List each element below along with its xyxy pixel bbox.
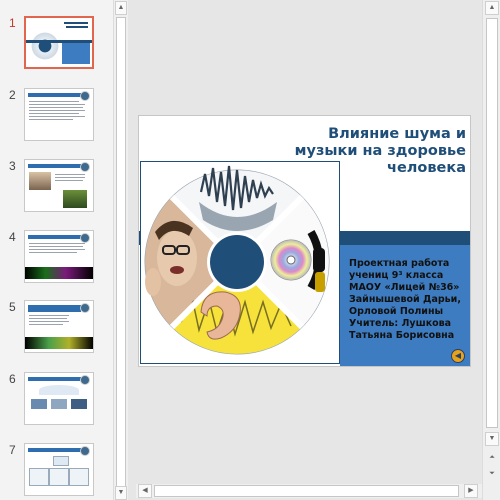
slide-number: 5 [9, 300, 16, 314]
double-down-icon[interactable]: ⏷ [485, 468, 499, 482]
thumbnail-image[interactable] [24, 159, 94, 212]
thumbnail-image[interactable] [24, 230, 94, 283]
noise-music-collage [144, 165, 330, 355]
scroll-thumb[interactable] [116, 17, 126, 487]
slide-thumbnail-4[interactable]: 4 [0, 230, 113, 292]
scroll-thumb[interactable] [154, 485, 459, 497]
editor-horizontal-scrollbar[interactable]: ◀ ▶ [136, 484, 482, 498]
triangle-up-icon[interactable]: ▲ [115, 1, 127, 15]
thumbnail-scrollbar[interactable]: ▲ ▼ [113, 0, 128, 500]
triangle-right-icon[interactable]: ▶ [464, 484, 478, 498]
triangle-left-icon[interactable]: ◀ [138, 484, 152, 498]
editor-vertical-scrollbar[interactable]: ▲ ▼ ⏶ ⏷ [482, 0, 500, 500]
triangle-up-icon[interactable]: ▲ [485, 1, 499, 15]
triangle-down-icon[interactable]: ▼ [115, 486, 127, 500]
slide-number: 2 [9, 88, 16, 102]
thumbnail-image[interactable] [24, 372, 94, 425]
thumbnail-image[interactable] [24, 88, 94, 141]
slide-number: 4 [9, 230, 16, 244]
slide-thumbnail-2[interactable]: 2 [0, 88, 113, 150]
slide-thumbnail-1[interactable]: 1 [0, 16, 113, 78]
slide-thumbnail-7[interactable]: 7 [0, 443, 113, 500]
slide-thumbnail-6[interactable]: 6 [0, 372, 113, 434]
thumbnail-image[interactable] [24, 16, 94, 69]
slide-thumbnail-3[interactable]: 3 [0, 159, 113, 221]
slide-thumbnail-5[interactable]: 5 [0, 300, 113, 362]
thumbnail-image[interactable] [24, 300, 94, 353]
slide-number: 1 [9, 16, 16, 30]
collage-image[interactable] [140, 161, 340, 364]
slide-editor: Влияние шума и музыки на здоровье челове… [128, 0, 482, 482]
current-slide[interactable]: Влияние шума и музыки на здоровье челове… [139, 116, 470, 366]
slide-number: 7 [9, 443, 16, 457]
speaker-icon[interactable]: ◀ [451, 349, 465, 363]
slide-number: 6 [9, 372, 16, 386]
scroll-thumb[interactable] [486, 18, 498, 428]
triangle-down-icon[interactable]: ▼ [485, 432, 499, 446]
project-info-text[interactable]: Проектная работа учениц 9³ класса МАОУ «… [349, 258, 469, 342]
slide-thumbnails-pane: 1 2 3 4 5 6 7 [0, 0, 113, 500]
thumbnail-image[interactable] [24, 443, 94, 496]
slide-number: 3 [9, 159, 16, 173]
double-up-icon[interactable]: ⏶ [485, 452, 499, 466]
